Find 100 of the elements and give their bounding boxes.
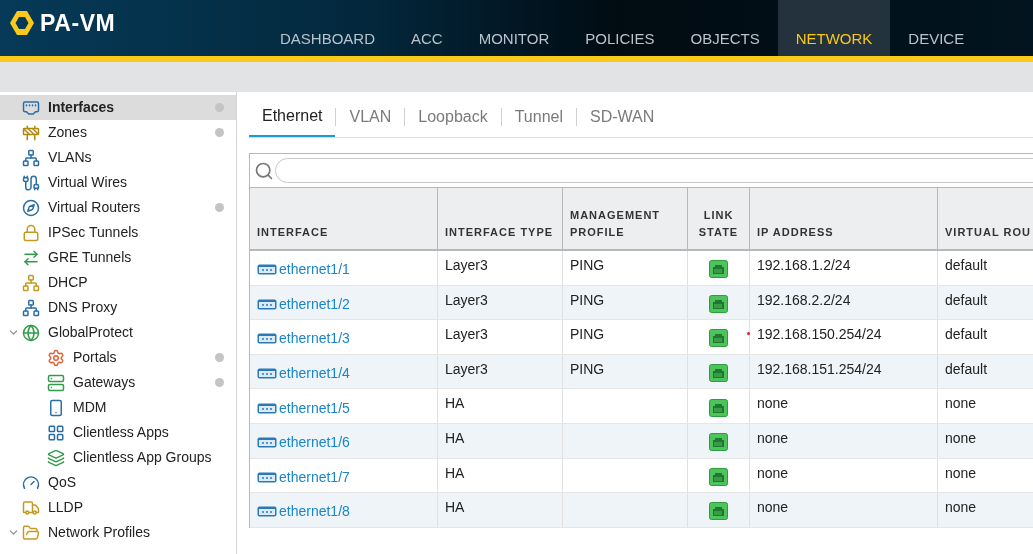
sidebar-label: Clientless App Groups	[73, 448, 212, 467]
sidebar-label: GlobalProtect	[48, 323, 133, 342]
port-icon	[257, 333, 277, 345]
table-cell: default	[945, 326, 988, 343]
sidebar-item[interactable]: Portals	[0, 345, 236, 370]
table-cell: PING	[570, 326, 605, 343]
table-cell: default	[945, 291, 988, 308]
sidebar-label: Virtual Wires	[48, 173, 128, 192]
interface-link[interactable]: ethernet1/2	[279, 293, 350, 315]
sidebar-label: Virtual Routers	[48, 198, 141, 217]
nav-tab[interactable]: ACC	[393, 0, 461, 56]
table-cell: 192.168.2.2/24	[757, 291, 851, 308]
table-cell: PING	[570, 291, 605, 308]
gear-icon	[47, 348, 65, 367]
interface-link[interactable]: ethernet1/8	[279, 501, 350, 523]
nav-tab[interactable]: POLICIES	[567, 0, 673, 56]
search-icon	[254, 160, 274, 181]
sidebar-label: DNS Proxy	[48, 298, 118, 317]
sidebar-label: Clientless Apps	[73, 423, 169, 442]
sidebar-label: MDM	[73, 398, 107, 417]
sidebar-item[interactable]: Clientless App Groups	[0, 445, 236, 470]
compass-icon	[22, 198, 40, 217]
port-icon	[257, 368, 277, 380]
port-icon	[257, 437, 277, 449]
table-cell: PING	[570, 360, 605, 377]
grid-icon	[47, 423, 65, 442]
sidebar-item[interactable]: Network Profiles	[0, 520, 236, 545]
table-cell: default	[945, 257, 988, 273]
sidebar-item[interactable]: Zones	[0, 120, 236, 145]
port-icon	[257, 264, 277, 276]
port-icon	[22, 98, 40, 117]
table-cell: Layer3	[445, 291, 488, 308]
sidebar-item[interactable]: Interfaces	[0, 95, 236, 120]
sidebar-item[interactable]: GRE Tunnels	[0, 245, 236, 270]
table-cell: default	[945, 360, 988, 377]
tab[interactable]: SD-WAN	[577, 97, 668, 137]
sidebar-label: Portals	[73, 348, 117, 367]
folder-icon	[22, 523, 40, 542]
table-cell: HA	[445, 499, 465, 516]
tab[interactable]: VLAN	[336, 97, 405, 137]
sidebar-label: LLDP	[48, 498, 84, 517]
nav-tab[interactable]: MONITOR	[460, 0, 568, 56]
interface-link[interactable]: ethernet1/6	[279, 432, 350, 454]
table-cell: none	[757, 395, 789, 412]
cable-icon	[22, 173, 40, 192]
sidebar-item[interactable]: Gateways	[0, 370, 236, 395]
table-cell: none	[945, 429, 977, 446]
truck-icon	[22, 498, 40, 517]
port-icon	[257, 506, 277, 518]
port-icon	[257, 402, 277, 414]
sidebar-item[interactable]: GlobalProtect	[0, 320, 236, 345]
search-field[interactable]	[275, 158, 1033, 183]
sidebar-label: QoS	[48, 473, 76, 492]
tab[interactable]: Loopback	[405, 97, 501, 137]
interface-link[interactable]: ethernet1/3	[279, 328, 350, 350]
lock-icon	[22, 223, 40, 242]
column-header[interactable]: INTERFACE TYPE	[438, 188, 563, 249]
table-cell: none	[757, 499, 789, 516]
sidebar-item[interactable]: IPSec Tunnels	[0, 220, 236, 245]
sidebar-item[interactable]: Clientless Apps	[0, 420, 236, 445]
nav-tab[interactable]: OBJECTS	[672, 0, 778, 56]
column-header[interactable]: MANAGEMENT PROFILE	[563, 188, 688, 249]
server-icon	[47, 373, 65, 392]
interface-link[interactable]: ethernet1/5	[279, 397, 350, 419]
port-icon	[257, 298, 277, 310]
sidebar-item[interactable]: LLDP	[0, 495, 236, 520]
sidebar-item[interactable]: Virtual Routers	[0, 195, 236, 220]
sidebar-label: Network Profiles	[48, 523, 150, 542]
column-header[interactable]: LINK STATE	[688, 188, 750, 249]
table-cell: HA	[445, 429, 465, 446]
nav-tab[interactable]: DASHBOARD	[262, 0, 394, 56]
nav-tab[interactable]: DEVICE	[890, 0, 983, 56]
interface-link[interactable]: ethernet1/4	[279, 363, 350, 385]
sidebar-item[interactable]: DNS Proxy	[0, 295, 236, 320]
layers-icon	[47, 448, 65, 467]
sidebar-item[interactable]: VLANs	[0, 145, 236, 170]
network-icon	[22, 298, 40, 317]
sidebar-label: GRE Tunnels	[48, 248, 132, 267]
table-cell: Layer3	[445, 257, 488, 273]
interface-link[interactable]: ethernet1/7	[279, 466, 350, 488]
column-header[interactable]: INTERFACE	[250, 188, 438, 249]
table-cell: Layer3	[445, 360, 488, 377]
sidebar-item[interactable]: QoS	[0, 470, 236, 495]
sidebar-item[interactable]: MDM	[0, 395, 236, 420]
tab[interactable]: Ethernet	[249, 97, 336, 137]
column-header[interactable]: VIRTUAL ROU	[938, 188, 1033, 249]
interface-link[interactable]: ethernet1/1	[279, 259, 350, 281]
gauge-icon	[22, 473, 40, 492]
port-icon	[257, 471, 277, 483]
nav-tab[interactable]: NETWORK	[777, 0, 891, 56]
table-cell: Layer3	[445, 326, 488, 343]
table-cell: none	[945, 464, 977, 481]
sidebar-item[interactable]: Virtual Wires	[0, 170, 236, 195]
sidebar-label: Zones	[48, 123, 87, 142]
table-cell: HA	[445, 395, 465, 412]
phone-icon	[47, 398, 65, 417]
sidebar-item[interactable]: DHCP	[0, 270, 236, 295]
tab[interactable]: Tunnel	[501, 97, 576, 137]
network-icon	[22, 148, 40, 167]
column-header[interactable]: IP ADDRESS	[750, 188, 938, 249]
